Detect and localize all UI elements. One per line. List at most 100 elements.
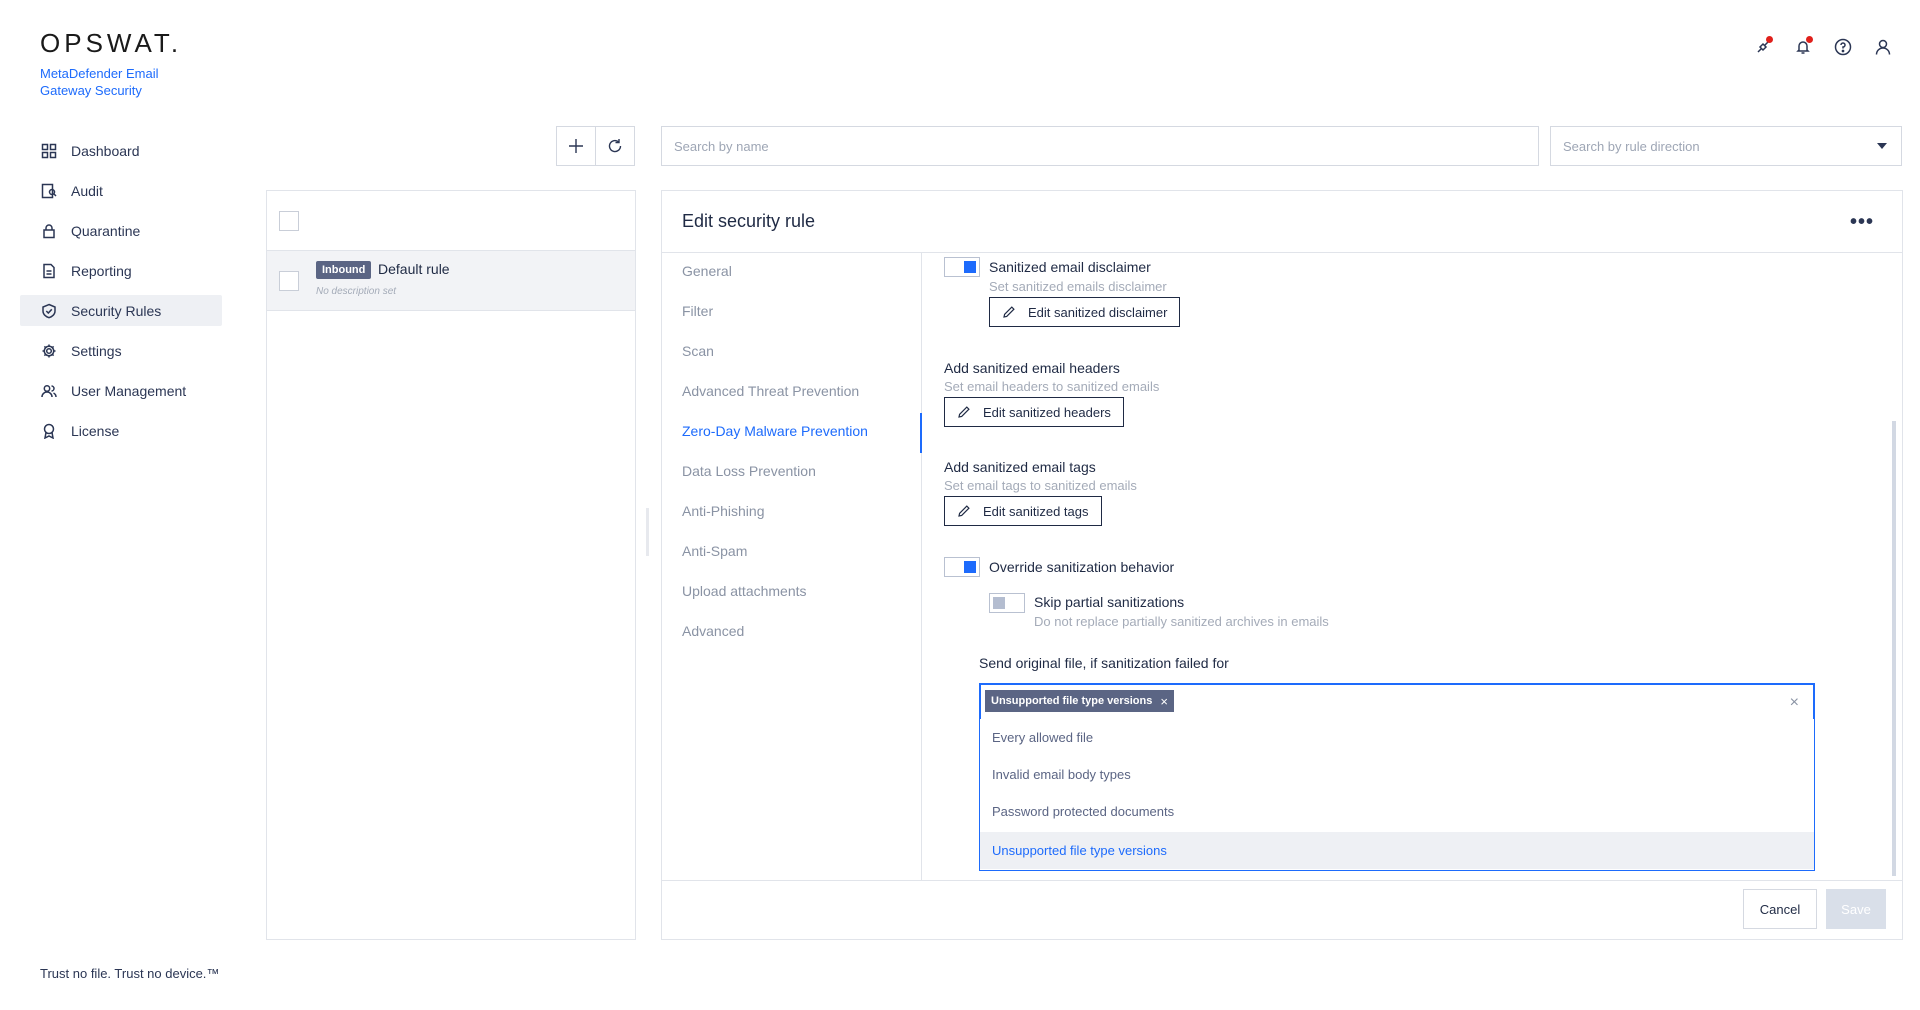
send-original-multiselect[interactable]: Unsupported file type versions × × — [979, 683, 1815, 721]
rule-direction-select[interactable] — [1550, 126, 1902, 166]
tab-data-loss-prevention[interactable]: Data Loss Prevention — [682, 463, 816, 479]
edit-disclaimer-button[interactable]: Edit sanitized disclaimer — [989, 297, 1181, 327]
sidebar-item-reporting[interactable]: Reporting — [20, 255, 222, 286]
plus-icon — [569, 139, 583, 153]
scrollbar[interactable] — [1892, 259, 1896, 879]
sidebar-item-user-management[interactable]: User Management — [20, 375, 222, 406]
help-icon[interactable] — [1832, 36, 1854, 58]
bell-icon[interactable] — [1792, 36, 1814, 58]
chevron-down-icon — [1877, 143, 1887, 149]
pencil-icon — [1003, 306, 1015, 318]
tab-upload-attachments[interactable]: Upload attachments — [682, 583, 807, 599]
tags-description: Set email tags to sanitized emails — [944, 478, 1137, 493]
tab-anti-phishing[interactable]: Anti-Phishing — [682, 503, 765, 519]
toggle-knob — [993, 597, 1005, 609]
disclaimer-label: Sanitized email disclaimer — [989, 259, 1151, 275]
gear-icon — [40, 342, 58, 360]
refresh-button[interactable] — [595, 126, 635, 166]
rule-row[interactable]: Inbound Default rule No description set — [267, 251, 635, 311]
save-button[interactable]: Save — [1826, 889, 1886, 929]
dropdown-option-selected[interactable]: Unsupported file type versions — [980, 832, 1814, 869]
dropdown-option[interactable]: Every allowed file — [980, 719, 1814, 756]
toggle-knob — [964, 561, 976, 573]
tab-scan[interactable]: Scan — [682, 343, 714, 359]
cancel-button[interactable]: Cancel — [1743, 889, 1817, 929]
tab-content: Sanitized email disclaimer Set sanitized… — [923, 253, 1883, 880]
brand: OPSWAT. MetaDefender Email Gateway Secur… — [40, 28, 190, 99]
shield-check-icon — [40, 302, 58, 320]
rule-description: No description set — [316, 286, 397, 297]
tab-anti-spam[interactable]: Anti-Spam — [682, 543, 747, 559]
pencil-icon — [958, 406, 970, 418]
sidebar: Dashboard Audit Quarantine Reporting Sec… — [20, 135, 222, 455]
tags-label: Add sanitized email tags — [944, 459, 1096, 475]
button-label: Edit sanitized headers — [983, 404, 1111, 420]
edit-rule-panel: Edit security rule ••• General Filter Sc… — [661, 190, 1903, 940]
skip-partial-label: Skip partial sanitizations — [1034, 594, 1185, 610]
rule-checkbox[interactable] — [279, 271, 299, 291]
scrollbar-thumb[interactable] — [1892, 421, 1896, 876]
dropdown-option[interactable]: Invalid email body types — [980, 756, 1814, 793]
sidebar-item-label: License — [71, 422, 120, 439]
sidebar-item-quarantine[interactable]: Quarantine — [20, 215, 222, 246]
override-toggle[interactable] — [944, 557, 980, 577]
award-icon — [40, 422, 58, 440]
toggle-knob — [964, 261, 976, 273]
document-icon — [40, 262, 58, 280]
opswat-logo: OPSWAT. — [40, 28, 183, 58]
user-icon[interactable] — [1872, 36, 1894, 58]
users-icon — [40, 382, 58, 400]
sidebar-item-security-rules[interactable]: Security Rules — [20, 295, 222, 326]
header-actions — [1752, 36, 1894, 58]
panel-resize-handle[interactable] — [646, 508, 649, 556]
sidebar-item-audit[interactable]: Audit — [20, 175, 222, 206]
sidebar-item-settings[interactable]: Settings — [20, 335, 222, 366]
integration-icon[interactable] — [1752, 36, 1774, 58]
button-label: Edit sanitized disclaimer — [1028, 304, 1168, 320]
sidebar-item-label: Security Rules — [71, 302, 162, 319]
refresh-icon — [608, 139, 622, 153]
dropdown-option[interactable]: Password protected documents — [980, 793, 1814, 830]
skip-partial-toggle[interactable] — [989, 593, 1025, 613]
more-options-icon[interactable]: ••• — [1850, 211, 1874, 234]
rule-direction-field[interactable] — [1563, 138, 1889, 154]
chip-remove-icon[interactable]: × — [1160, 694, 1168, 709]
dashboard-icon — [40, 142, 58, 160]
tab-filter[interactable]: Filter — [682, 303, 713, 319]
rules-list-header — [267, 191, 635, 251]
settings-tabs: General Filter Scan Advanced Threat Prev… — [662, 253, 922, 880]
edit-tags-button[interactable]: Edit sanitized tags — [944, 496, 1102, 526]
send-original-label: Send original file, if sanitization fail… — [979, 655, 1229, 671]
tab-advanced[interactable]: Advanced — [682, 623, 744, 639]
select-all-checkbox[interactable] — [279, 211, 299, 231]
divider — [662, 880, 1902, 881]
alert-dot — [1766, 36, 1773, 43]
tab-general[interactable]: General — [682, 263, 732, 279]
direction-badge: Inbound — [316, 261, 372, 279]
page-title: Edit security rule — [682, 211, 816, 231]
sidebar-item-label: User Management — [71, 382, 187, 399]
skip-partial-description: Do not replace partially sanitized archi… — [1034, 614, 1329, 629]
disclaimer-toggle[interactable] — [944, 257, 980, 277]
headers-description: Set email headers to sanitized emails — [944, 379, 1160, 394]
sidebar-item-label: Audit — [71, 182, 103, 199]
search-by-name-input[interactable] — [661, 126, 1539, 166]
tab-advanced-threat-prevention[interactable]: Advanced Threat Prevention — [682, 383, 859, 399]
sidebar-item-dashboard[interactable]: Dashboard — [20, 135, 222, 166]
sidebar-item-label: Quarantine — [71, 222, 141, 239]
pencil-icon — [958, 505, 970, 517]
override-label: Override sanitization behavior — [989, 559, 1175, 575]
clear-selection-icon[interactable]: × — [1790, 694, 1799, 712]
add-rule-button[interactable] — [556, 126, 596, 166]
search-by-name-field[interactable] — [674, 138, 1526, 154]
chip-label: Unsupported file type versions — [991, 695, 1153, 707]
audit-icon — [40, 182, 58, 200]
tab-zero-day-malware-prevention[interactable]: Zero-Day Malware Prevention — [682, 423, 868, 439]
sidebar-item-label: Settings — [71, 342, 122, 359]
rules-list: Inbound Default rule No description set — [266, 190, 636, 940]
edit-headers-button[interactable]: Edit sanitized headers — [944, 397, 1124, 427]
sidebar-item-license[interactable]: License — [20, 415, 222, 446]
button-label: Edit sanitized tags — [983, 503, 1089, 519]
lock-icon — [40, 222, 58, 240]
options-dropdown: Every allowed file Invalid email body ty… — [979, 719, 1815, 871]
